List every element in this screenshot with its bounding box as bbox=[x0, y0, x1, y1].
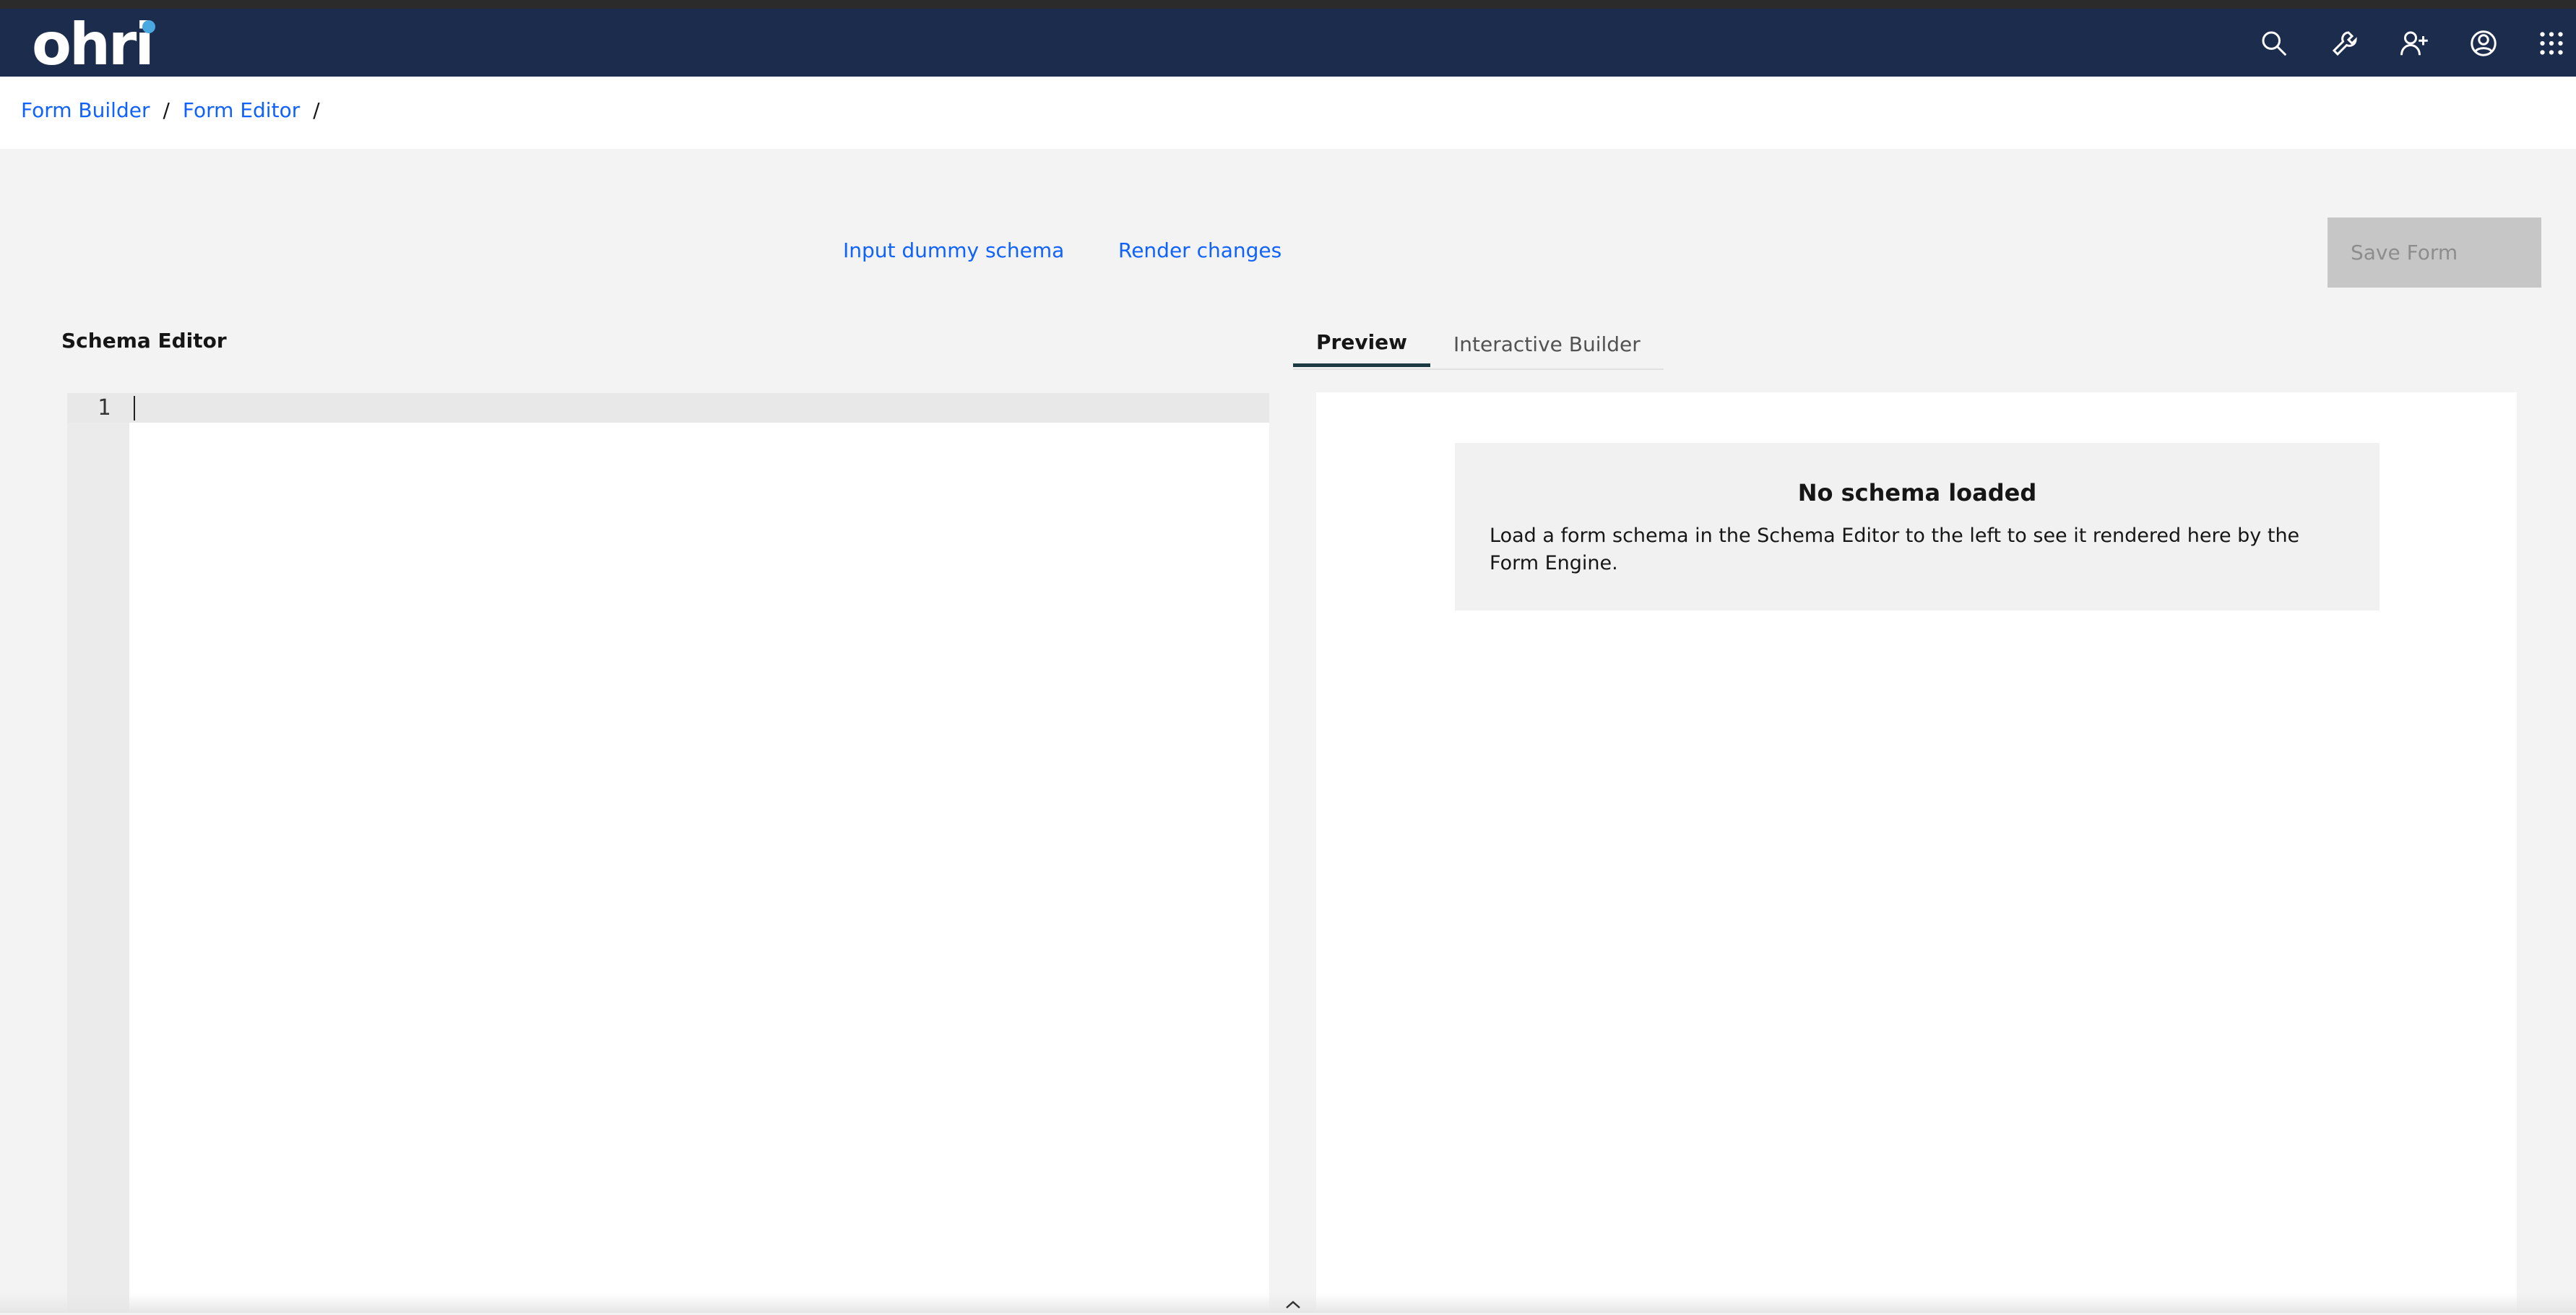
preview-panel: No schema loaded Load a form schema in t… bbox=[1316, 392, 2517, 1313]
breadcrumb-separator: / bbox=[313, 98, 320, 122]
app-header: ohri bbox=[0, 9, 2576, 77]
breadcrumb-form-builder[interactable]: Form Builder bbox=[21, 98, 150, 122]
app-switcher-icon[interactable] bbox=[2534, 26, 2569, 61]
logo-text: ohri bbox=[32, 11, 155, 78]
tab-preview[interactable]: Preview bbox=[1293, 321, 1431, 367]
tab-interactive-builder[interactable]: Interactive Builder bbox=[1430, 321, 1664, 367]
breadcrumb-bar: Form Builder / Form Editor / bbox=[0, 77, 2576, 149]
render-changes-button[interactable]: Render changes bbox=[1118, 238, 1281, 262]
wrench-icon[interactable] bbox=[2328, 26, 2362, 61]
logo-dot bbox=[142, 20, 155, 33]
active-line-highlight bbox=[67, 393, 1269, 423]
input-dummy-schema-button[interactable]: Input dummy schema bbox=[843, 238, 1064, 262]
save-form-button[interactable]: Save Form bbox=[2328, 217, 2541, 288]
user-avatar-icon[interactable] bbox=[2466, 26, 2501, 61]
preview-tabs: Preview Interactive Builder bbox=[1293, 321, 1664, 370]
schema-editor-title: Schema Editor bbox=[61, 329, 227, 353]
breadcrumb: Form Builder / Form Editor / bbox=[21, 98, 320, 122]
schema-code-editor[interactable]: 1 bbox=[67, 393, 1269, 1313]
search-icon[interactable] bbox=[2257, 26, 2291, 61]
notice-body: Load a form schema in the Schema Editor … bbox=[1490, 525, 2300, 574]
breadcrumb-form-editor[interactable]: Form Editor bbox=[183, 98, 300, 122]
line-number: 1 bbox=[97, 395, 111, 421]
notice-title: No schema loaded bbox=[1797, 479, 2037, 506]
breadcrumb-separator: / bbox=[163, 98, 170, 122]
text-cursor bbox=[134, 396, 135, 421]
ohri-logo[interactable]: ohri bbox=[32, 16, 155, 74]
empty-state-notice: No schema loaded Load a form schema in t… bbox=[1455, 443, 2380, 611]
add-user-icon[interactable] bbox=[2397, 26, 2432, 61]
chevron-up-icon[interactable] bbox=[1282, 1298, 1304, 1312]
editor-gutter bbox=[67, 393, 129, 1313]
